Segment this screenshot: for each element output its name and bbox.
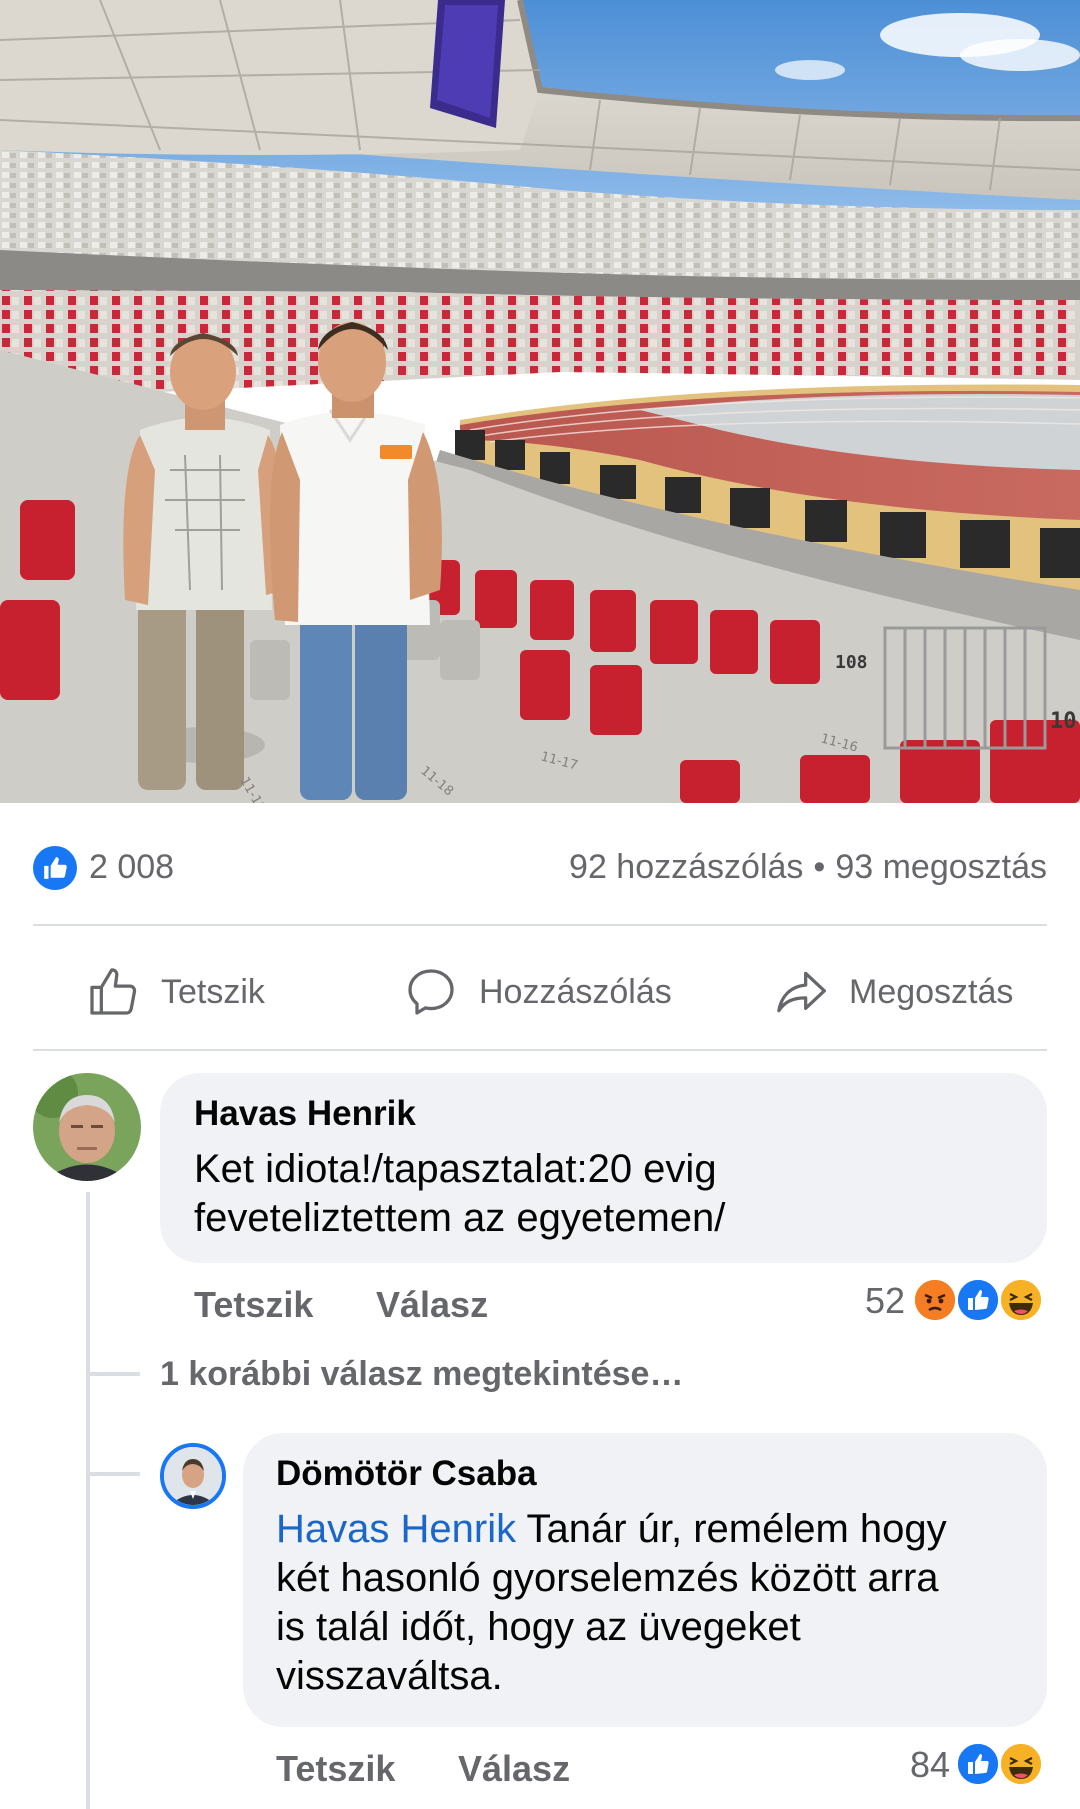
divider [33,924,1047,926]
reply-text: Havas Henrik Tanár úr, remélem hogy két … [276,1505,1036,1701]
reply-text-line: két hasonló gyorselemzés között arra [276,1556,939,1600]
post-photo[interactable]: 108 10 11-18 11-17 11-16 11-18 [0,0,1080,803]
view-previous-replies-link[interactable]: 1 korábbi válasz megtekintése… [160,1355,683,1394]
like-button[interactable]: Tetszik [85,942,265,1042]
like-count[interactable]: 2 008 [89,848,174,887]
avatar[interactable] [33,1073,141,1181]
angry-reaction-icon [912,1277,958,1323]
haha-reaction-icon [998,1741,1044,1787]
reply-like-button[interactable]: Tetszik [276,1748,395,1790]
share-arrow-icon [777,971,826,1013]
haha-reaction-icon [998,1277,1044,1323]
comment-text-line: Ket idiota!/tapasztalat:20 evig [194,1147,717,1191]
comment-button-label: Hozzászólás [479,972,672,1011]
share-button[interactable]: Megosztás [773,942,1013,1042]
comment-text-line: feveteliztettem az egyetemen/ [194,1196,726,1240]
like-button-label: Tetszik [161,972,265,1011]
thread-line [86,1192,90,1809]
thread-branch [86,1472,140,1476]
reply-text-fragment: Tanár úr, remélem hogy [516,1507,947,1551]
comment-reply-button[interactable]: Válasz [376,1284,488,1326]
share-count[interactable]: 93 megosztás [835,848,1047,886]
reply-text-line: Havas Henrik Tanár úr, remélem hogy [276,1505,1036,1554]
thread-branch [86,1372,140,1376]
reply-reply-button[interactable]: Válasz [458,1748,570,1790]
avatar-domotor-csaba [164,1447,222,1505]
comment-count[interactable]: 92 hozzászólás [569,848,803,886]
avatar[interactable] [160,1443,226,1509]
reaction-count[interactable]: 52 [840,1280,905,1322]
like-reaction-icon [955,1741,1001,1787]
reply-text-line: is talál időt, hogy az üvegeket [276,1605,801,1649]
comment-text: Ket idiota!/tapasztalat:20 evig feveteli… [194,1145,1034,1243]
thumbs-up-icon [90,968,137,1015]
post-stats: 2 008 92 hozzászólás • 93 megosztás [33,838,1047,894]
separator: • [813,848,826,886]
like-reaction-icon [955,1277,1001,1323]
speech-bubble-icon [408,969,454,1015]
reply-author[interactable]: Dömötör Csaba [276,1454,537,1494]
like-reaction-icon[interactable] [33,846,77,890]
divider [33,1049,1047,1051]
comment-author[interactable]: Havas Henrik [194,1094,416,1134]
section-sign: 108 [835,652,868,673]
comment-share-counts: 92 hozzászólás • 93 megosztás [569,848,1047,887]
share-button-label: Megosztás [849,972,1014,1011]
section-sign-2: 10 [1050,709,1077,734]
reaction-icons[interactable] [912,1277,1047,1323]
stadium-photo: 108 10 11-18 11-17 11-16 11-18 [0,0,1080,803]
reply-text-line: visszaváltsa. [276,1654,503,1698]
reaction-count[interactable]: 84 [885,1744,950,1786]
comment-like-button[interactable]: Tetszik [194,1284,313,1326]
comment-button[interactable]: Hozzászólás [403,942,672,1042]
post-action-bar: Tetszik Hozzászólás Megosztás [33,942,1047,1042]
mention-link[interactable]: Havas Henrik [276,1507,516,1551]
avatar-havas-henrik [33,1073,141,1181]
reaction-icons[interactable] [955,1741,1047,1787]
